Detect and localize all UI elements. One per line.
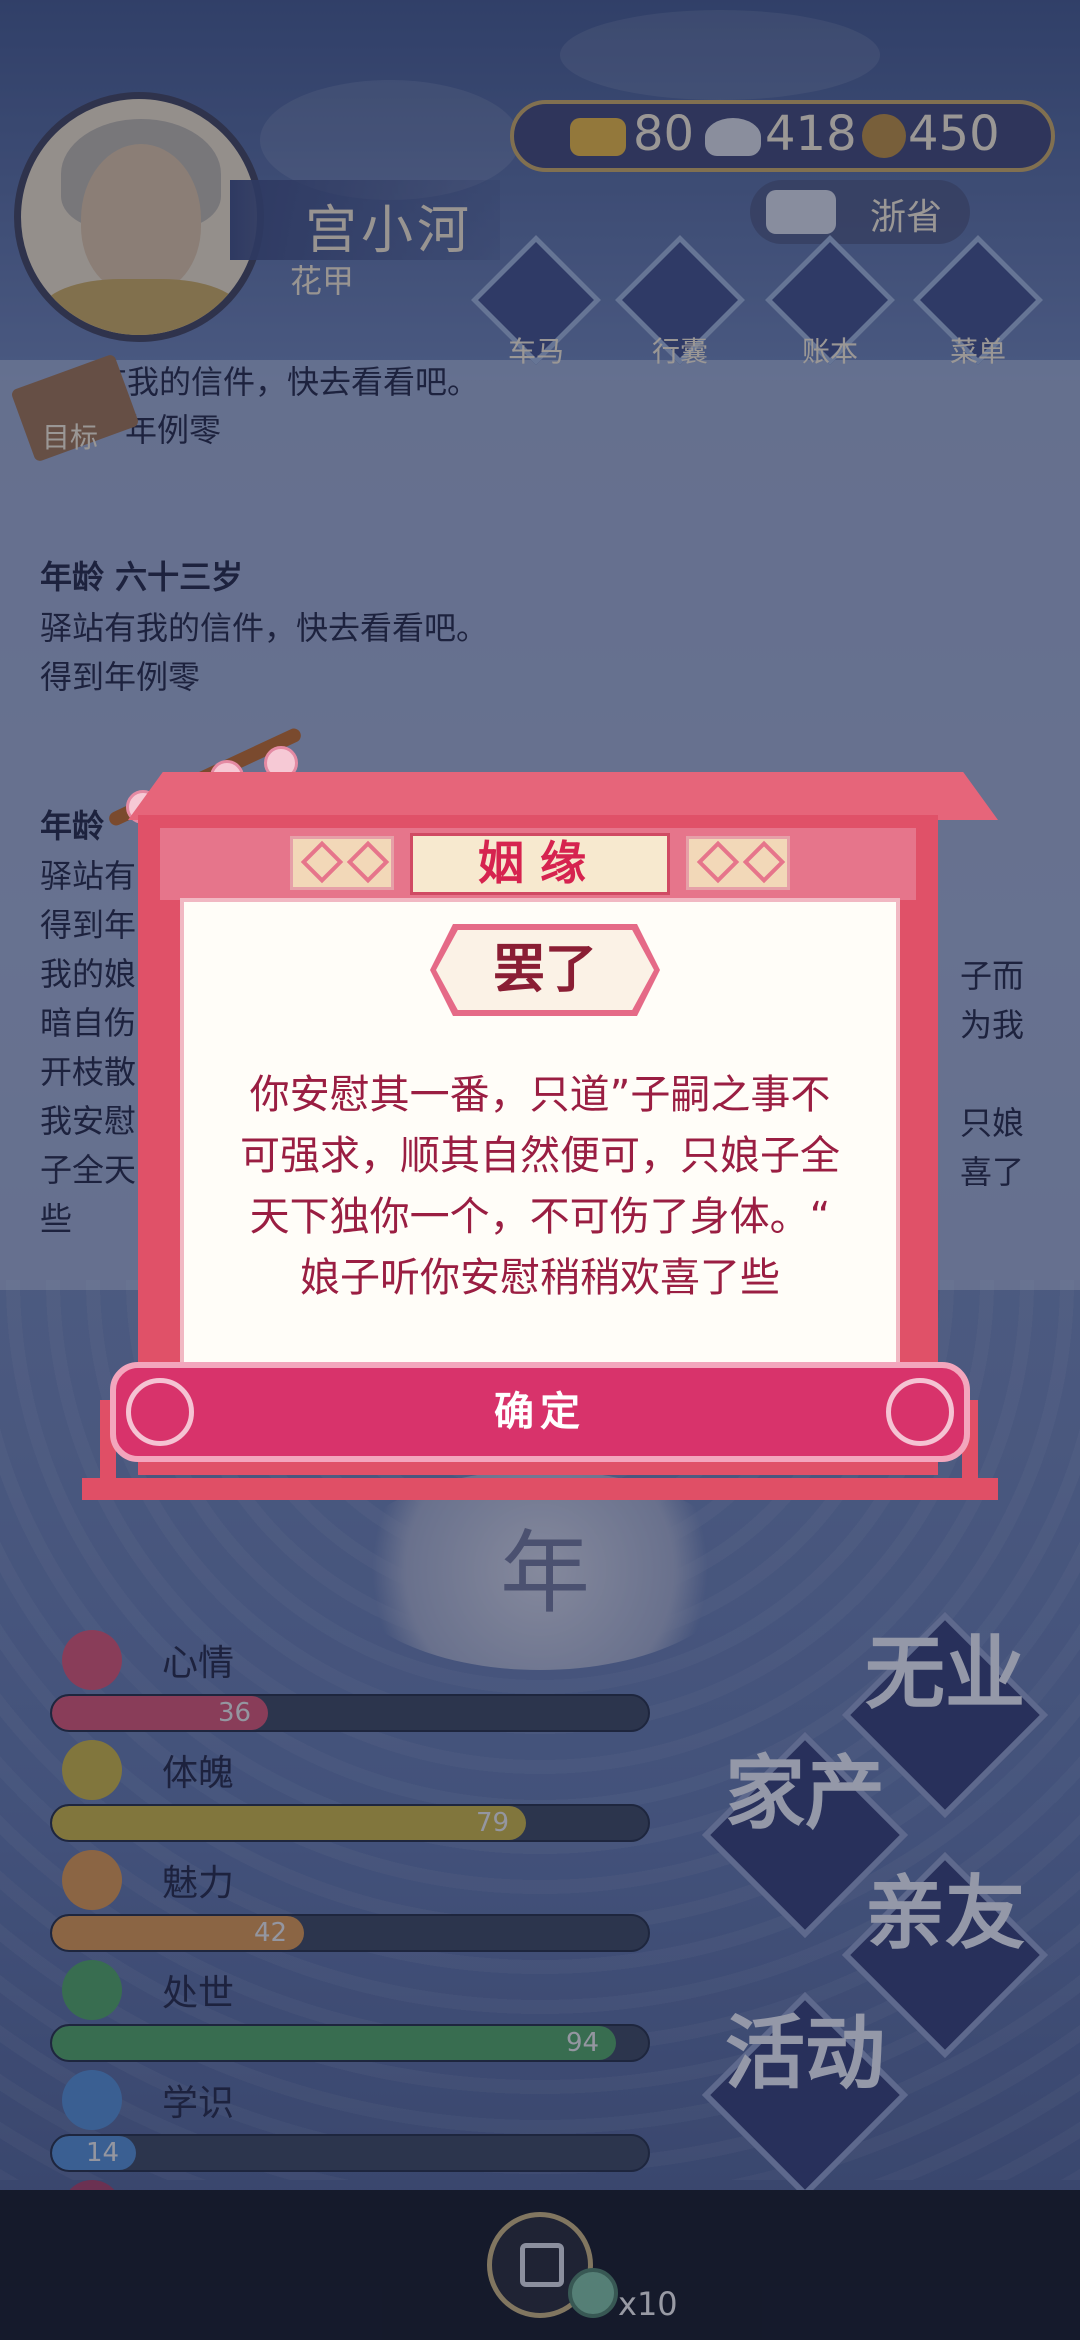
log-line: 开枝散 — [40, 1053, 137, 1091]
stat-label: 心情 — [162, 1643, 235, 1684]
gold-ingot-icon — [570, 118, 626, 156]
player-title: 花甲 — [290, 262, 355, 300]
modal-title: 姻缘 — [478, 836, 602, 890]
nav-menu-button[interactable]: 菜单 — [912, 234, 1044, 368]
stat-value: 79 — [476, 1808, 510, 1838]
nav-label: 菜单 — [949, 335, 1006, 368]
modal-roof — [128, 772, 998, 820]
log-line: 得到年 — [40, 906, 137, 944]
career-label: 家产 — [725, 1746, 885, 1840]
mirror-icon — [62, 1850, 122, 1910]
shoe-icon — [62, 1960, 122, 2020]
cloud-decoration — [560, 10, 880, 100]
career-activity-button[interactable]: 活动 — [701, 1991, 909, 2199]
stat-bar: 42 — [50, 1914, 650, 1952]
stat-bar-fill — [52, 2026, 616, 2060]
stat-bar: 36 — [50, 1694, 650, 1732]
iron-icon — [766, 190, 836, 234]
avatar[interactable] — [14, 92, 264, 342]
log-line: 年例零 — [125, 411, 222, 449]
player-name: 宫小河 — [305, 201, 474, 261]
silver-value: 418 — [765, 106, 857, 162]
stat-bar: 79 — [50, 1804, 650, 1842]
stat-value: 36 — [218, 1698, 252, 1728]
log-line: 些 — [40, 1200, 73, 1238]
career-label: 活动 — [725, 2006, 885, 2100]
modal-message: 你安慰其一番，只道”子嗣之事不 可强求，顺其自然便可，只娘子全 天下独你一个，不… — [200, 1065, 880, 1309]
log-line: 驿站有我的信件，快去看看吧。 — [40, 609, 489, 647]
career-label: 无业 — [865, 1626, 1025, 1720]
avatar-body — [41, 279, 241, 335]
year-label: 年 — [500, 1521, 590, 1626]
flower-icon — [62, 1630, 122, 1690]
log-line: 为我 — [960, 1006, 1025, 1044]
copper-coin-icon — [862, 114, 906, 158]
message-line: 你安慰其一番，只道”子嗣之事不 — [249, 1072, 831, 1118]
lattice-ornament — [290, 836, 394, 890]
log-line: 得到年例零 — [40, 658, 201, 696]
log-line: 我安慰 — [40, 1102, 137, 1140]
silver-ingot-icon — [705, 118, 761, 156]
log-line: 有我的信件，快去看看吧。 — [95, 363, 480, 401]
share-icon — [520, 2243, 564, 2287]
log-line: 子全天 — [40, 1151, 137, 1189]
nav-label: 行囊 — [651, 335, 708, 368]
log-line: 只娘 — [960, 1104, 1025, 1142]
stat-label: 学识 — [162, 2083, 235, 2124]
target-label: 目标 — [42, 421, 99, 454]
stat-label: 处世 — [162, 1973, 235, 2014]
region-label: 浙省 — [870, 197, 943, 238]
stat-label: 魅力 — [162, 1863, 235, 1904]
message-line: 可强求，顺其自然便可，只娘子全 — [240, 1133, 840, 1179]
message-line: 娘子听你安慰稍稍欢喜了些 — [300, 1255, 780, 1301]
stat-bar-fill — [52, 1806, 526, 1840]
nav-bag-button[interactable]: 行囊 — [614, 234, 746, 368]
share-multiplier: x10 — [618, 2285, 678, 2323]
stat-bar: 94 — [50, 2024, 650, 2062]
log-line: 子而 — [960, 957, 1025, 995]
career-label: 亲友 — [865, 1866, 1025, 1960]
modal-base-beam — [82, 1478, 998, 1500]
lattice-ornament — [686, 836, 790, 890]
log-heading: 年龄 — [40, 807, 105, 845]
confirm-label[interactable]: 确定 — [110, 1362, 970, 1462]
nav-label: 账本 — [801, 335, 858, 368]
log-line: 我的娘 — [40, 955, 137, 993]
copper-value: 450 — [908, 106, 1000, 162]
jade-coin-icon — [568, 2268, 618, 2318]
nav-ledger-button[interactable]: 账本 — [764, 234, 896, 368]
message-line: 天下独你一个，不可伤了身体。“ — [249, 1194, 831, 1240]
log-line: 喜了 — [960, 1153, 1025, 1191]
gold-value: 80 — [633, 106, 695, 162]
avatar-face — [81, 144, 201, 294]
log-heading: 年龄 六十三岁 — [40, 558, 244, 596]
nav-carriage-button[interactable]: 车马 — [470, 234, 602, 368]
result-text: 罢了 — [492, 939, 597, 1000]
log-line: 暗自伤 — [40, 1004, 137, 1042]
log-line: 驿站有 — [40, 857, 137, 895]
stat-value: 42 — [254, 1918, 288, 1948]
stat-bar: 14 — [50, 2134, 650, 2172]
stat-value: 14 — [86, 2138, 120, 2168]
nav-label: 车马 — [507, 335, 564, 368]
stat-value: 94 — [566, 2028, 600, 2058]
vase-icon — [62, 1740, 122, 1800]
stat-label: 体魄 — [162, 1753, 235, 1794]
books-icon — [62, 2070, 122, 2130]
